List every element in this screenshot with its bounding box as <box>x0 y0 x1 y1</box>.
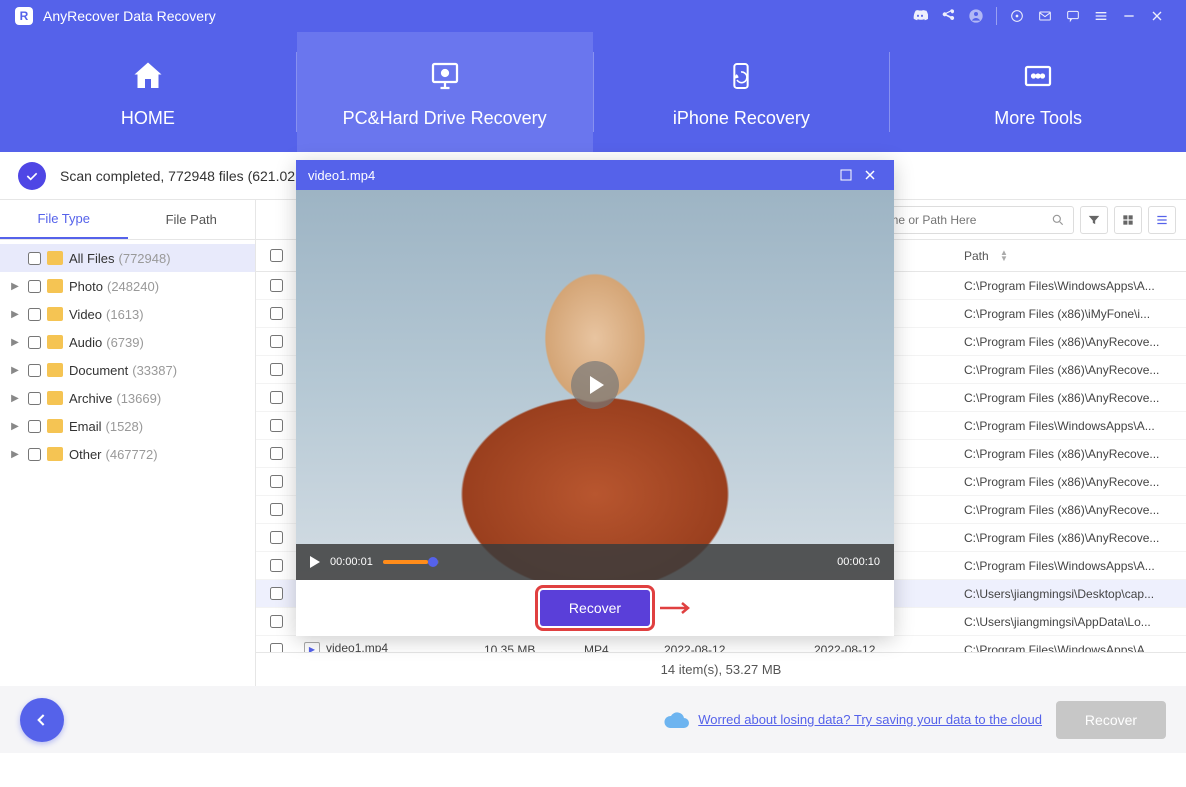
modal-recover-button[interactable]: Recover <box>540 590 650 626</box>
recover-button[interactable]: Recover <box>1056 701 1166 739</box>
time-current: 00:00:01 <box>330 556 373 568</box>
more-icon <box>1020 56 1056 96</box>
home-icon <box>128 56 168 96</box>
tree-checkbox[interactable] <box>28 364 41 377</box>
tree-document[interactable]: ▶Document(33387) <box>0 356 255 384</box>
row-checkbox[interactable] <box>270 363 283 376</box>
nav-pc-recovery[interactable]: PC&Hard Drive Recovery <box>297 32 593 152</box>
list-view-button[interactable] <box>1148 206 1176 234</box>
row-checkbox[interactable] <box>270 475 283 488</box>
folder-icon <box>47 363 63 377</box>
row-checkbox[interactable] <box>270 279 283 292</box>
discord-icon[interactable] <box>906 2 934 30</box>
cloud-icon <box>662 710 690 730</box>
preview-modal: video1.mp4 00:00:01 00:00:10 Recover <box>296 160 894 636</box>
tree-video[interactable]: ▶Video(1613) <box>0 300 255 328</box>
annotation-arrow-icon <box>658 600 694 621</box>
time-total: 00:00:10 <box>837 556 880 568</box>
row-checkbox[interactable] <box>270 503 283 516</box>
check-icon <box>18 162 46 190</box>
folder-icon <box>47 391 63 405</box>
modal-header: video1.mp4 <box>296 160 894 190</box>
modal-footer: Recover <box>296 580 894 636</box>
play-icon[interactable] <box>310 556 320 568</box>
filter-button[interactable] <box>1080 206 1108 234</box>
row-checkbox[interactable] <box>270 559 283 572</box>
tree-checkbox[interactable] <box>28 392 41 405</box>
header-path[interactable]: Path ▲▼ <box>956 249 1186 263</box>
tab-file-path[interactable]: File Path <box>128 200 256 239</box>
folder-icon <box>47 419 63 433</box>
settings-icon[interactable] <box>1003 2 1031 30</box>
file-tree: All Files(772948) ▶Photo(248240) ▶Video(… <box>0 240 255 472</box>
share-icon[interactable] <box>934 2 962 30</box>
video-controls: 00:00:01 00:00:10 <box>296 544 894 580</box>
menu-icon[interactable] <box>1087 2 1115 30</box>
row-checkbox[interactable] <box>270 391 283 404</box>
cloud-link[interactable]: Worred about losing data? Try saving you… <box>662 710 1042 730</box>
select-all-checkbox[interactable] <box>270 249 283 262</box>
tree-email[interactable]: ▶Email(1528) <box>0 412 255 440</box>
tree-all-files[interactable]: All Files(772948) <box>0 244 255 272</box>
video-file-icon: ▶ <box>304 642 320 652</box>
tree-audio[interactable]: ▶Audio(6739) <box>0 328 255 356</box>
tree-checkbox[interactable] <box>28 336 41 349</box>
folder-icon <box>47 447 63 461</box>
phone-icon <box>725 56 757 96</box>
table-row[interactable]: ▶video1.mp4 10.35 MB MP4 2022-08-12 2022… <box>256 636 1186 652</box>
folder-icon <box>47 307 63 321</box>
mail-icon[interactable] <box>1031 2 1059 30</box>
tree-other[interactable]: ▶Other(467772) <box>0 440 255 468</box>
tree-checkbox[interactable] <box>28 448 41 461</box>
tree-checkbox[interactable] <box>28 308 41 321</box>
monitor-icon <box>425 56 465 96</box>
video-preview[interactable]: 00:00:01 00:00:10 <box>296 190 894 580</box>
modal-maximize-icon[interactable] <box>834 163 858 187</box>
folder-icon <box>47 279 63 293</box>
folder-icon <box>47 335 63 349</box>
row-checkbox[interactable] <box>270 531 283 544</box>
modal-close-icon[interactable] <box>858 163 882 187</box>
nav-tabs: HOME PC&Hard Drive Recovery iPhone Recov… <box>0 32 1186 152</box>
sidebar: File Type File Path All Files(772948) ▶P… <box>0 200 256 686</box>
nav-iphone-recovery[interactable]: iPhone Recovery <box>594 32 890 152</box>
tree-checkbox[interactable] <box>28 420 41 433</box>
nav-home[interactable]: HOME <box>0 32 296 152</box>
modal-title: video1.mp4 <box>308 168 375 183</box>
titlebar: R AnyRecover Data Recovery <box>0 0 1186 32</box>
row-checkbox[interactable] <box>270 307 283 320</box>
close-icon[interactable] <box>1143 2 1171 30</box>
tree-checkbox[interactable] <box>28 280 41 293</box>
tab-file-type[interactable]: File Type <box>0 200 128 239</box>
tree-archive[interactable]: ▶Archive(13669) <box>0 384 255 412</box>
app-title: AnyRecover Data Recovery <box>43 8 216 24</box>
row-checkbox[interactable] <box>270 587 283 600</box>
back-button[interactable] <box>20 698 64 742</box>
feedback-icon[interactable] <box>1059 2 1087 30</box>
footer: Worred about losing data? Try saving you… <box>0 686 1186 753</box>
search-icon <box>1051 213 1065 227</box>
play-button[interactable] <box>571 361 619 409</box>
tree-photo[interactable]: ▶Photo(248240) <box>0 272 255 300</box>
folder-icon <box>47 251 63 265</box>
tree-checkbox[interactable] <box>28 252 41 265</box>
grid-view-button[interactable] <box>1114 206 1142 234</box>
nav-more-tools[interactable]: More Tools <box>890 32 1186 152</box>
user-icon[interactable] <box>962 2 990 30</box>
minimize-icon[interactable] <box>1115 2 1143 30</box>
row-checkbox[interactable] <box>270 447 283 460</box>
row-checkbox[interactable] <box>270 615 283 628</box>
summary-text: 14 item(s), 53.27 MB <box>256 652 1186 686</box>
app-logo-icon: R <box>15 7 33 25</box>
row-checkbox[interactable] <box>270 643 283 652</box>
status-text: Scan completed, 772948 files (621.02 G <box>60 168 310 184</box>
row-checkbox[interactable] <box>270 335 283 348</box>
progress-bar[interactable] <box>383 560 439 564</box>
row-checkbox[interactable] <box>270 419 283 432</box>
